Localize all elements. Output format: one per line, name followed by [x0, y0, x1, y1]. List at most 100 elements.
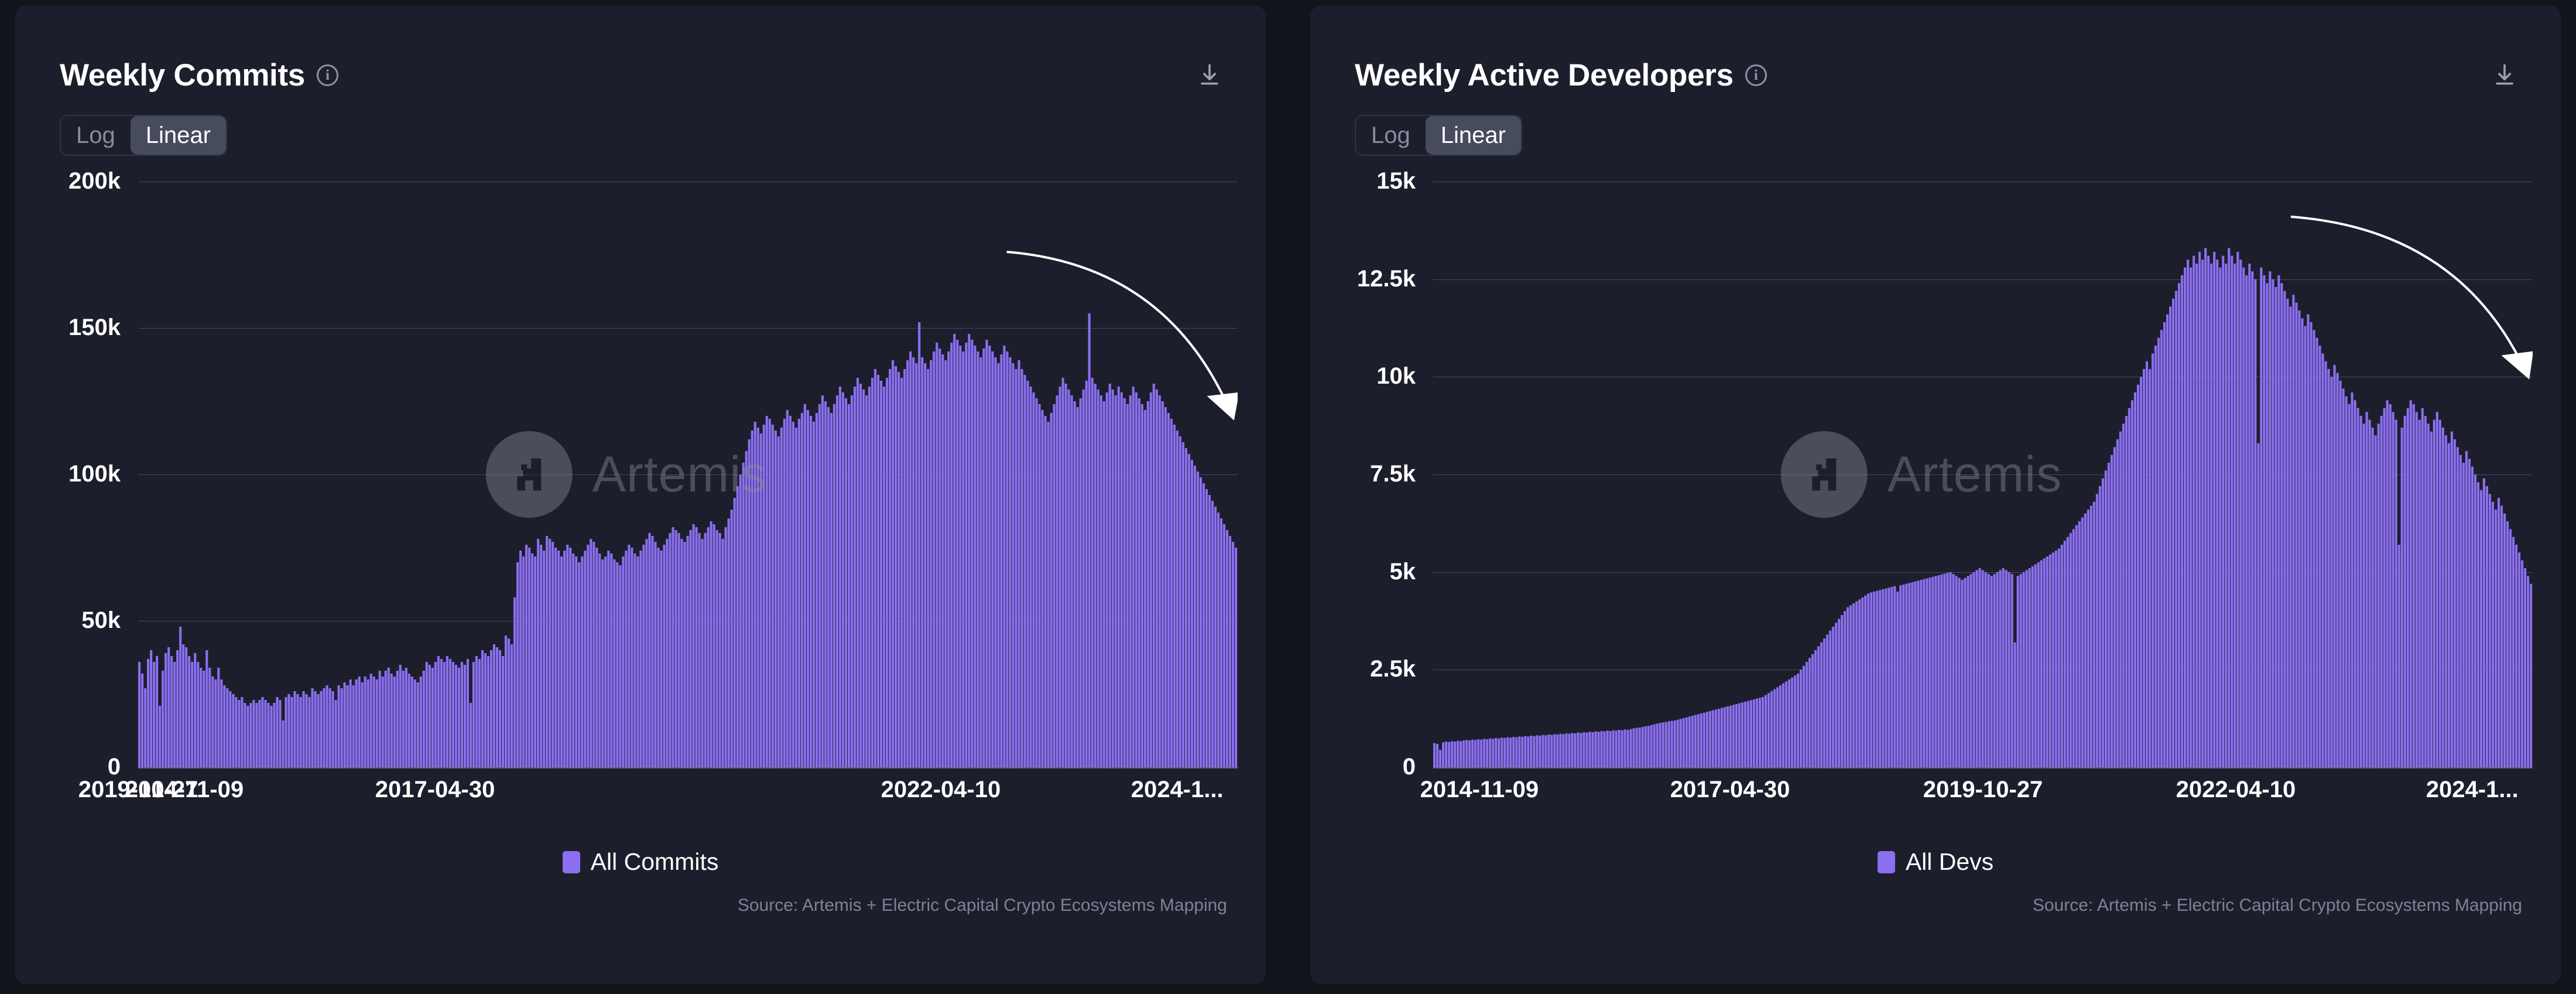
- bar: [519, 551, 522, 767]
- bar: [334, 700, 337, 767]
- bar: [1085, 381, 1088, 767]
- bar: [1035, 398, 1038, 767]
- bar: [1920, 580, 1923, 767]
- bar: [1091, 378, 1094, 767]
- y-tick-label: 15k: [1376, 168, 1416, 194]
- bar: [1533, 736, 1536, 767]
- bar: [2474, 474, 2476, 767]
- bar: [865, 395, 868, 767]
- bar: [1205, 489, 1208, 767]
- bar: [2321, 353, 2324, 767]
- bar: [895, 366, 898, 767]
- bar: [669, 533, 672, 767]
- bar: [780, 428, 783, 767]
- download-icon[interactable]: [1194, 60, 1225, 90]
- bar: [1477, 739, 1480, 767]
- bar: [481, 650, 484, 767]
- bar: [1793, 675, 1797, 767]
- bar: [2485, 486, 2488, 767]
- bar: [1888, 587, 1890, 767]
- info-icon[interactable]: i: [316, 64, 338, 86]
- bar-chart-canvas[interactable]: [138, 182, 1238, 767]
- bar: [2043, 558, 2046, 767]
- bar: [800, 413, 803, 767]
- bar: [1779, 685, 1782, 767]
- bar: [2257, 443, 2260, 767]
- bar: [405, 668, 407, 767]
- scale-toggle[interactable]: Log Linear: [60, 115, 227, 156]
- bar: [1135, 392, 1138, 767]
- bar: [1536, 735, 1539, 767]
- bar: [742, 463, 745, 767]
- bar: [2468, 459, 2471, 767]
- bar: [698, 533, 701, 767]
- bar: [959, 346, 962, 767]
- bar: [1038, 404, 1041, 767]
- chart-legend[interactable]: All Devs: [1310, 848, 2561, 876]
- bar: [918, 322, 921, 767]
- bar: [1574, 733, 1577, 767]
- bar: [1870, 592, 1873, 767]
- bar: [1890, 587, 1893, 767]
- bar: [2063, 541, 2066, 767]
- bar: [2219, 267, 2222, 767]
- bar: [1076, 407, 1079, 767]
- bar: [715, 530, 718, 767]
- bar: [2175, 291, 2178, 767]
- plot-area: 15k 12.5k 10k 7.5k 5k 2.5k 0 Artemis: [1310, 168, 2533, 780]
- bar: [2301, 318, 2304, 767]
- bar-chart-canvas[interactable]: [1433, 182, 2533, 767]
- bar: [1987, 574, 1990, 767]
- bar: [1454, 742, 1457, 767]
- download-icon[interactable]: [2489, 60, 2520, 90]
- bar: [2195, 264, 2198, 767]
- toggle-log-button[interactable]: Log: [61, 116, 131, 155]
- bar: [1885, 588, 1888, 767]
- bar: [1767, 693, 1770, 767]
- bar: [1594, 731, 1597, 767]
- bar: [818, 404, 821, 767]
- bar: [595, 548, 598, 767]
- bar: [1967, 576, 1969, 767]
- toggle-log-button[interactable]: Log: [1356, 116, 1426, 155]
- bar: [1138, 398, 1140, 767]
- toggle-linear-button[interactable]: Linear: [130, 116, 226, 155]
- bar: [1518, 736, 1521, 767]
- bar: [906, 360, 909, 767]
- bar: [1442, 742, 1445, 767]
- bar: [1457, 740, 1460, 767]
- bar: [692, 524, 695, 767]
- bar: [1623, 729, 1626, 767]
- bar: [1882, 589, 1885, 767]
- bar: [956, 340, 959, 767]
- bar: [1615, 730, 1618, 767]
- bar: [1474, 740, 1477, 767]
- bar: [1899, 585, 1902, 767]
- bar: [2453, 439, 2456, 767]
- bar: [2210, 264, 2213, 767]
- bar: [1123, 398, 1126, 767]
- bar: [1439, 750, 1442, 767]
- bar: [2465, 451, 2468, 767]
- bar: [1556, 735, 1559, 767]
- bar: [358, 677, 361, 767]
- bar: [1489, 738, 1492, 767]
- bar: [745, 451, 748, 767]
- bar: [2060, 545, 2063, 767]
- scale-toggle[interactable]: Log Linear: [1355, 115, 1522, 156]
- bar: [557, 551, 560, 767]
- chart-legend[interactable]: All Commits: [15, 848, 1266, 876]
- bar: [229, 691, 232, 767]
- x-axis: 2014-11-09 2017-04-30 2019-10-27 2022-04…: [1420, 777, 2533, 812]
- info-icon[interactable]: i: [1745, 64, 1767, 86]
- bar: [1225, 530, 1229, 767]
- bar: [2359, 416, 2362, 767]
- toggle-linear-button[interactable]: Linear: [1425, 116, 1521, 155]
- bar: [1703, 712, 1705, 767]
- bar: [1217, 513, 1220, 767]
- bar: [2456, 447, 2459, 767]
- bar: [2034, 564, 2037, 767]
- bar: [898, 372, 900, 767]
- bar: [407, 674, 410, 767]
- bar: [1946, 573, 1949, 767]
